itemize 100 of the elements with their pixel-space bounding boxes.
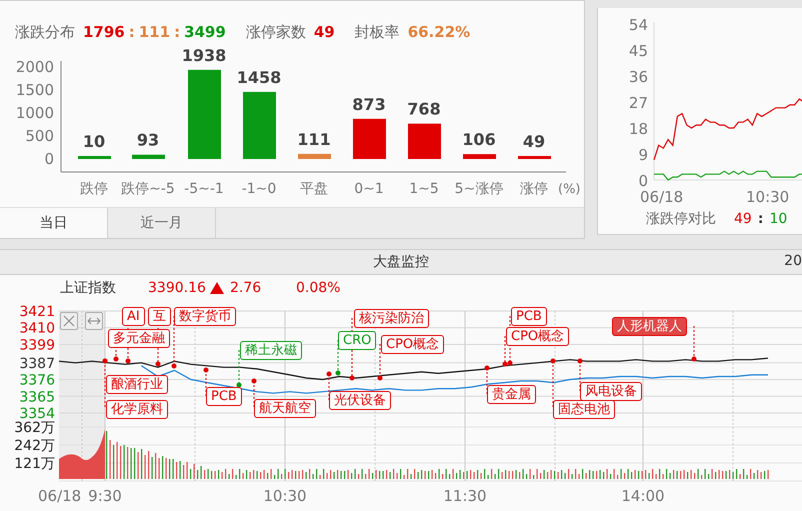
sector-tag[interactable]: CRO — [338, 331, 376, 350]
sector-tag[interactable]: 风电设备 — [580, 382, 642, 401]
tag-marker — [378, 344, 382, 380]
value-label: 873 — [352, 94, 386, 114]
index-change: 2.76 — [230, 280, 262, 296]
value-label: 49 — [522, 132, 546, 151]
axis-label: 54 — [628, 16, 648, 34]
sector-tag[interactable]: 多元金融 — [108, 329, 170, 348]
axis-label: 3421 — [19, 304, 55, 320]
bar — [353, 118, 386, 159]
axis-label: 9:30 — [88, 487, 122, 505]
axis-label: 10:30 — [746, 188, 790, 206]
tag-marker — [326, 372, 332, 400]
axis-label: 242万 — [14, 438, 55, 454]
sector-tag[interactable]: 稀土永磁 — [240, 341, 302, 360]
axis-label: 2000 — [16, 58, 54, 76]
tag-marker — [578, 358, 582, 392]
axis-label: 3354 — [19, 406, 55, 422]
separator: : — [758, 211, 764, 227]
footer-label: 涨跌停对比 — [646, 210, 716, 228]
close-icon[interactable] — [60, 312, 78, 330]
sector-tag[interactable]: CPO概念 — [506, 327, 570, 346]
sector-tag[interactable]: 酿酒行业 — [106, 375, 168, 394]
axis-label: 0 — [638, 172, 648, 190]
axis-label: 06/18 — [38, 487, 82, 505]
stat-value: 1796 — [83, 23, 125, 41]
sector-tag[interactable]: 固态电池 — [553, 400, 615, 419]
axis-label: 3365 — [19, 389, 55, 406]
value-label: 111 — [297, 130, 331, 149]
bar — [78, 156, 111, 159]
sector-tag[interactable]: PCB — [206, 387, 242, 406]
category-label: 0~1 — [354, 181, 384, 195]
corner-text: 20 — [784, 253, 802, 269]
tag-marker — [336, 340, 340, 376]
value-label: 768 — [407, 100, 441, 119]
axis-label: 11:30 — [443, 487, 487, 505]
sector-tag[interactable]: 人形机器人 — [612, 317, 687, 336]
sector-tag[interactable]: 贵金属 — [487, 385, 536, 404]
category-label: 1~5 — [409, 181, 439, 195]
tag-marker — [236, 350, 242, 388]
sector-tag[interactable]: AI — [122, 307, 145, 326]
axis-label: 36 — [628, 68, 648, 86]
axis-label: 10:30 — [263, 487, 307, 505]
stat-value: 66.22% — [408, 23, 470, 41]
axis-label: 3376 — [19, 372, 55, 388]
axis-label: 27 — [628, 94, 648, 112]
stat-value: 3499 — [184, 23, 226, 41]
value-label: 1938 — [182, 47, 226, 65]
sector-tag[interactable]: 航天航空 — [254, 399, 316, 418]
bar — [243, 92, 276, 159]
stat-label: 涨跌分布 — [15, 22, 75, 42]
expand-icon[interactable] — [85, 312, 103, 330]
index-percent: 0.08% — [296, 280, 342, 296]
axis-label: 14:00 — [621, 487, 665, 505]
tag-marker — [692, 326, 696, 362]
value-label: 106 — [462, 130, 496, 150]
axis-label: 121万 — [14, 456, 55, 472]
bar — [408, 124, 441, 159]
sector-tag[interactable]: 核污染防治 — [354, 309, 429, 328]
sector-tag[interactable]: 光伏设备 — [329, 391, 391, 410]
separator: : — [174, 23, 180, 41]
tag-marker — [102, 358, 108, 410]
up-triangle-icon — [210, 282, 224, 294]
axis-label: 45 — [628, 42, 648, 60]
sector-tag[interactable]: CPO概念 — [381, 335, 444, 354]
bar — [298, 154, 331, 159]
stat-value: 111 — [138, 23, 170, 41]
limit-up-count: 49 — [734, 211, 752, 227]
sector-tag[interactable]: PCB — [511, 307, 547, 326]
category-label: 5~涨停 — [454, 181, 504, 195]
axis-label: 1000 — [16, 104, 54, 122]
category-label: -1~0 — [242, 181, 276, 195]
axis-label: 3410 — [19, 320, 55, 337]
stat-value: 49 — [314, 23, 335, 41]
index-name: 上证指数 — [60, 279, 117, 297]
sector-tag[interactable]: 化学原料 — [106, 400, 168, 419]
unit-label: (%) — [558, 182, 580, 195]
category-label: 跌停 — [80, 181, 108, 195]
category-label: -5~-1 — [184, 181, 224, 195]
limit-down-count: 10 — [769, 211, 788, 227]
sector-tag[interactable]: 互 — [148, 307, 171, 326]
axis-label: 18 — [628, 120, 648, 138]
tag-marker — [550, 358, 556, 410]
category-label: 涨停 — [520, 181, 548, 195]
sector-tag[interactable]: 数字货币 — [174, 307, 236, 326]
tag-marker — [252, 378, 256, 408]
axis-label: 06/18 — [640, 188, 684, 206]
index-price: 3390.16 — [148, 280, 207, 296]
axis-label: 3399 — [19, 338, 55, 354]
axis-label: 9 — [638, 146, 648, 164]
value-label: 10 — [82, 132, 106, 151]
category-label: 跌停~-5 — [121, 181, 175, 195]
category-label: 平盘 — [300, 181, 328, 195]
axis-label: 3387 — [19, 356, 55, 372]
stat-label: 涨停家数 — [246, 22, 306, 42]
axis-label: 362万 — [14, 420, 55, 436]
tag-marker — [172, 316, 176, 368]
panel-title: 大盘监控 — [373, 253, 429, 271]
separator: : — [128, 23, 135, 41]
tab[interactable]: 当日 — [0, 208, 108, 238]
